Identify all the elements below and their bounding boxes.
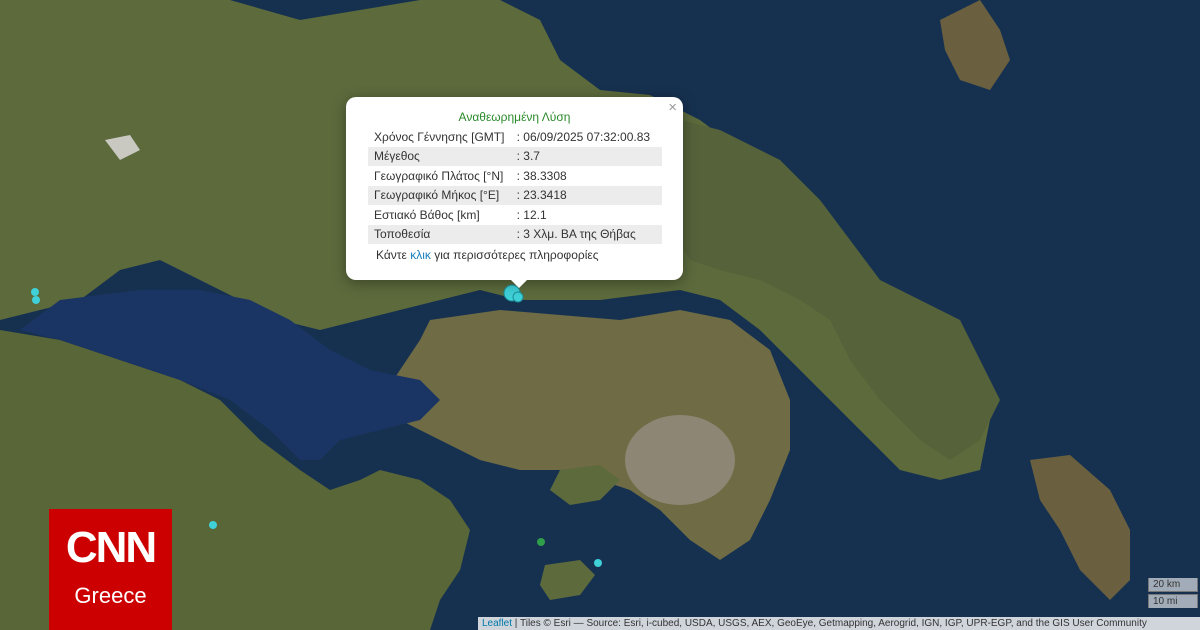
row-value: : 3.7 (516, 146, 662, 166)
leaflet-link[interactable]: Leaflet (482, 618, 512, 629)
footer-text-pre: Κάντε (376, 248, 411, 262)
satellite-map[interactable] (0, 0, 1200, 630)
logo-cnn-text: CNN (65, 523, 157, 572)
earthquake-marker[interactable] (512, 291, 524, 303)
scale-imperial: 10 mi (1148, 594, 1198, 608)
athens-urban-area (625, 415, 735, 505)
row-value: : 3 Χλμ. ΒΑ της Θήβας (516, 224, 662, 244)
row-value: : 23.3418 (516, 185, 662, 205)
table-row: Μέγεθος: 3.7 (368, 146, 662, 166)
popup-info-table: Χρόνος Γέννησης [GMT] : 06/09/2025 07:32:… (368, 127, 662, 244)
scale-metric: 20 km (1148, 578, 1198, 592)
table-row: Γεωγραφικό Πλάτος [°N] : 38.3308 (368, 166, 662, 186)
logo-greece-text: Greece (74, 583, 147, 608)
row-label: Μέγεθος (368, 146, 517, 166)
row-value: : 12.1 (516, 207, 547, 222)
row-label: Τοποθεσία (368, 224, 517, 244)
table-row: Τοποθεσία: 3 Χλμ. ΒΑ της Θήβας (368, 224, 662, 244)
earthquake-marker[interactable] (32, 296, 40, 304)
earthquake-marker[interactable] (31, 288, 39, 296)
map-scale: 20 km 10 mi (1148, 578, 1198, 608)
row-value: : 38.3308 (516, 168, 567, 183)
table-row: Γεωγραφικό Μήκος [°E]: 23.3418 (368, 185, 662, 205)
table-row: Εστιακό Βάθος [km] : 12.1 (368, 205, 662, 225)
earthquake-popup: × Αναθεωρημένη Λύση Χρόνος Γέννησης [GMT… (346, 97, 683, 280)
earthquake-marker[interactable] (594, 559, 602, 567)
row-label: Χρόνος Γέννησης [GMT] (374, 129, 505, 144)
footer-text-post: για περισσότερες πληροφορίες (430, 248, 599, 262)
earthquake-marker[interactable] (209, 521, 217, 529)
row-label: Γεωγραφικό Μήκος [°E] (368, 185, 517, 205)
cnn-greece-logo: CNN Greece (49, 509, 172, 630)
map-attribution: Leaflet | Tiles © Esri — Source: Esri, i… (478, 617, 1200, 630)
row-label: Γεωγραφικό Πλάτος [°N] (374, 168, 504, 183)
row-label: Εστιακό Βάθος [km] (374, 207, 480, 222)
row-value: : 06/09/2025 07:32:00.83 (516, 129, 651, 144)
popup-tip (510, 279, 528, 288)
popup-title: Αναθεωρημένη Λύση (458, 110, 571, 124)
more-info-link[interactable]: κλικ (410, 248, 431, 262)
table-row: Χρόνος Γέννησης [GMT] : 06/09/2025 07:32:… (368, 127, 662, 147)
popup-footer: Κάντε κλικ για περισσότερες πληροφορίες (376, 248, 599, 262)
attribution-text: | Tiles © Esri — Source: Esri, i-cubed, … (512, 618, 1147, 629)
earthquake-marker-green[interactable] (537, 538, 545, 546)
